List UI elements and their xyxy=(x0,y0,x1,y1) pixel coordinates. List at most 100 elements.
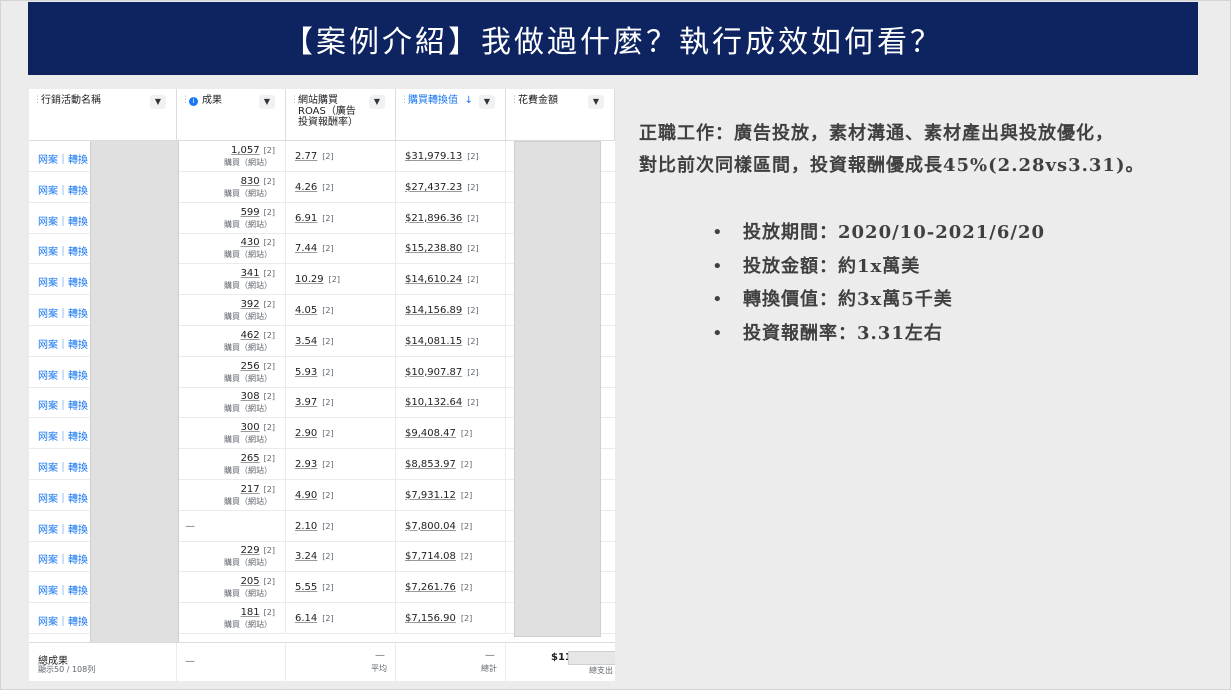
roas-value[interactable]: 10.29 [2] xyxy=(295,274,340,285)
conversion-value-cell: $21,896.36 [2] xyxy=(396,202,506,233)
footnote-marker: [2] xyxy=(460,460,473,469)
result-value: 392 xyxy=(240,299,260,310)
campaign-name-link[interactable]: 网案｜轉換 xyxy=(38,213,88,228)
drag-handle-icon[interactable]: ⋮ xyxy=(290,95,299,106)
roas-number: 3.24 xyxy=(295,551,318,563)
column-header-campaign[interactable]: ⋮ 行銷活動名稱 ▼ xyxy=(29,89,177,141)
table-footer-totals: 總成果 顯示50 / 108列 — — 平均 — 總計 $11 總支出 xyxy=(29,642,615,681)
chevron-down-icon[interactable]: ▼ xyxy=(479,95,495,109)
campaign-name-link[interactable]: 网案｜轉換 xyxy=(38,182,88,197)
conversion-value[interactable]: $14,610.24 [2] xyxy=(405,274,479,285)
sort-descending-icon[interactable]: ↓ xyxy=(465,95,473,106)
campaign-name-link[interactable]: 网案｜轉換 xyxy=(38,397,88,412)
conversion-value[interactable]: $21,896.36 [2] xyxy=(405,213,479,224)
result-count[interactable]: 599 [2] xyxy=(241,207,275,218)
roas-value[interactable]: 3.97 [2] xyxy=(295,397,334,408)
campaign-name-link[interactable]: 网案｜轉換 xyxy=(38,521,88,536)
roas-value[interactable]: 5.55 [2] xyxy=(295,582,334,593)
conversion-value[interactable]: $7,156.90 [2] xyxy=(405,613,472,624)
roas-value[interactable]: 2.90 [2] xyxy=(295,428,334,439)
result-count[interactable]: 217 [2] xyxy=(241,484,275,495)
result-count[interactable]: 462 [2] xyxy=(241,330,275,341)
column-header-conversion-value[interactable]: ⋮ 購買轉換值 ↓ ▼ xyxy=(396,89,506,141)
conversion-value[interactable]: $15,238.80 [2] xyxy=(405,243,479,254)
roas-value[interactable]: 2.93 [2] xyxy=(295,459,334,470)
campaign-name-link[interactable]: 网案｜轉換 xyxy=(38,336,88,351)
conversion-value[interactable]: $27,437.23 [2] xyxy=(405,182,479,193)
column-header-results[interactable]: ⋮ i 成果 ▼ xyxy=(177,89,286,141)
result-count[interactable]: 308 [2] xyxy=(241,391,275,402)
roas-number: 10.29 xyxy=(295,274,324,286)
conversion-value[interactable]: $7,931.12 [2] xyxy=(405,490,472,501)
campaign-name-link[interactable]: 网案｜轉換 xyxy=(38,243,88,258)
roas-value[interactable]: 4.90 [2] xyxy=(295,490,334,501)
roas-value[interactable]: 4.26 [2] xyxy=(295,182,334,193)
roas-value[interactable]: 6.14 [2] xyxy=(295,613,334,624)
conversion-value[interactable]: $9,408.47 [2] xyxy=(405,428,472,439)
conversion-value-cell: $9,408.47 [2] xyxy=(396,418,506,449)
column-header-label: 花費金額 xyxy=(518,95,558,106)
conversion-value[interactable]: $10,132.64 [2] xyxy=(405,397,479,408)
campaign-name-link[interactable]: 网案｜轉換 xyxy=(38,551,88,566)
campaign-name-link[interactable]: 网案｜轉換 xyxy=(38,490,88,505)
result-count[interactable]: 300 [2] xyxy=(241,422,275,433)
conversion-value[interactable]: $31,979.13 [2] xyxy=(405,151,479,162)
roas-value[interactable]: 4.05 [2] xyxy=(295,305,334,316)
conversion-amount: $7,931.12 xyxy=(405,489,456,501)
roas-value[interactable]: 6.91 [2] xyxy=(295,213,334,224)
drag-handle-icon[interactable]: ⋮ xyxy=(33,95,42,106)
result-count[interactable]: 265 [2] xyxy=(241,453,275,464)
column-header-spend[interactable]: ⋮ 花費金額 ▼ xyxy=(506,89,615,141)
chevron-down-icon[interactable]: ▼ xyxy=(369,95,385,109)
results-cell: 1,057 [2] 購買（網站） xyxy=(177,141,286,171)
footnote-marker: [2] xyxy=(322,552,334,562)
conversion-value[interactable]: $8,853.97 [2] xyxy=(405,459,472,470)
footnote-marker: [2] xyxy=(322,490,334,500)
roas-value[interactable]: 2.10 [2] xyxy=(295,521,334,532)
conversion-value[interactable]: $7,261.76 [2] xyxy=(405,582,472,593)
campaign-name-link[interactable]: 网案｜轉換 xyxy=(38,305,88,320)
result-count[interactable]: 256 [2] xyxy=(241,361,275,372)
result-count[interactable]: 205 [2] xyxy=(241,576,275,587)
campaign-name-link[interactable]: 网案｜轉換 xyxy=(38,459,88,474)
roas-value[interactable]: 5.93 [2] xyxy=(295,367,334,378)
result-type: 購買（網站） xyxy=(224,188,272,198)
roas-cell: 3.24 [2] xyxy=(286,541,396,572)
conversion-value[interactable]: $14,081.15 [2] xyxy=(405,336,479,347)
results-cell: 256 [2] 購買（網站） xyxy=(177,356,286,387)
campaign-name-link[interactable]: 网案｜轉換 xyxy=(38,151,88,166)
chevron-down-icon[interactable]: ▼ xyxy=(259,95,275,109)
result-type: 購買（網站） xyxy=(224,373,272,383)
footnote-marker: [2] xyxy=(322,521,334,531)
column-header-roas[interactable]: ⋮ 網站購買 ROAS（廣告投資報酬率） ▼ xyxy=(286,89,396,141)
result-count[interactable]: 392 [2] xyxy=(241,299,275,310)
result-count[interactable]: 341 [2] xyxy=(241,268,275,279)
result-count[interactable]: 181 [2] xyxy=(241,607,275,618)
info-icon[interactable]: i xyxy=(189,97,198,106)
redacted-spend-values xyxy=(514,141,601,637)
drag-handle-icon[interactable]: ⋮ xyxy=(181,95,190,106)
campaign-name-link[interactable]: 网案｜轉換 xyxy=(38,367,88,382)
roas-value[interactable]: 3.24 [2] xyxy=(295,551,334,562)
result-count[interactable]: 430 [2] xyxy=(241,237,275,248)
conversion-value[interactable]: $7,800.04 [2] xyxy=(405,521,472,532)
conversion-value[interactable]: $14,156.89 [2] xyxy=(405,305,479,316)
conversion-value[interactable]: $10,907.87 [2] xyxy=(405,367,479,378)
drag-handle-icon[interactable]: ⋮ xyxy=(400,95,409,106)
campaign-name-link[interactable]: 网案｜轉換 xyxy=(38,613,88,628)
roas-value[interactable]: 2.77 [2] xyxy=(295,151,334,162)
chevron-down-icon[interactable]: ▼ xyxy=(150,95,166,109)
campaign-name-link[interactable]: 网案｜轉換 xyxy=(38,428,88,443)
result-count[interactable]: 229 [2] xyxy=(241,545,275,556)
roas-number: 3.54 xyxy=(295,335,318,347)
conversion-value[interactable]: $7,714.08 [2] xyxy=(405,551,472,562)
roas-value[interactable]: 3.54 [2] xyxy=(295,336,334,347)
drag-handle-icon[interactable]: ⋮ xyxy=(510,95,519,106)
roas-value[interactable]: 7.44 [2] xyxy=(295,243,334,254)
result-type: 購買（網站） xyxy=(224,620,272,629)
result-count[interactable]: 1,057 [2] xyxy=(231,145,275,156)
chevron-down-icon[interactable]: ▼ xyxy=(588,95,604,109)
campaign-name-link[interactable]: 网案｜轉換 xyxy=(38,582,88,597)
campaign-name-link[interactable]: 网案｜轉換 xyxy=(38,274,88,289)
result-count[interactable]: 830 [2] xyxy=(241,176,275,187)
